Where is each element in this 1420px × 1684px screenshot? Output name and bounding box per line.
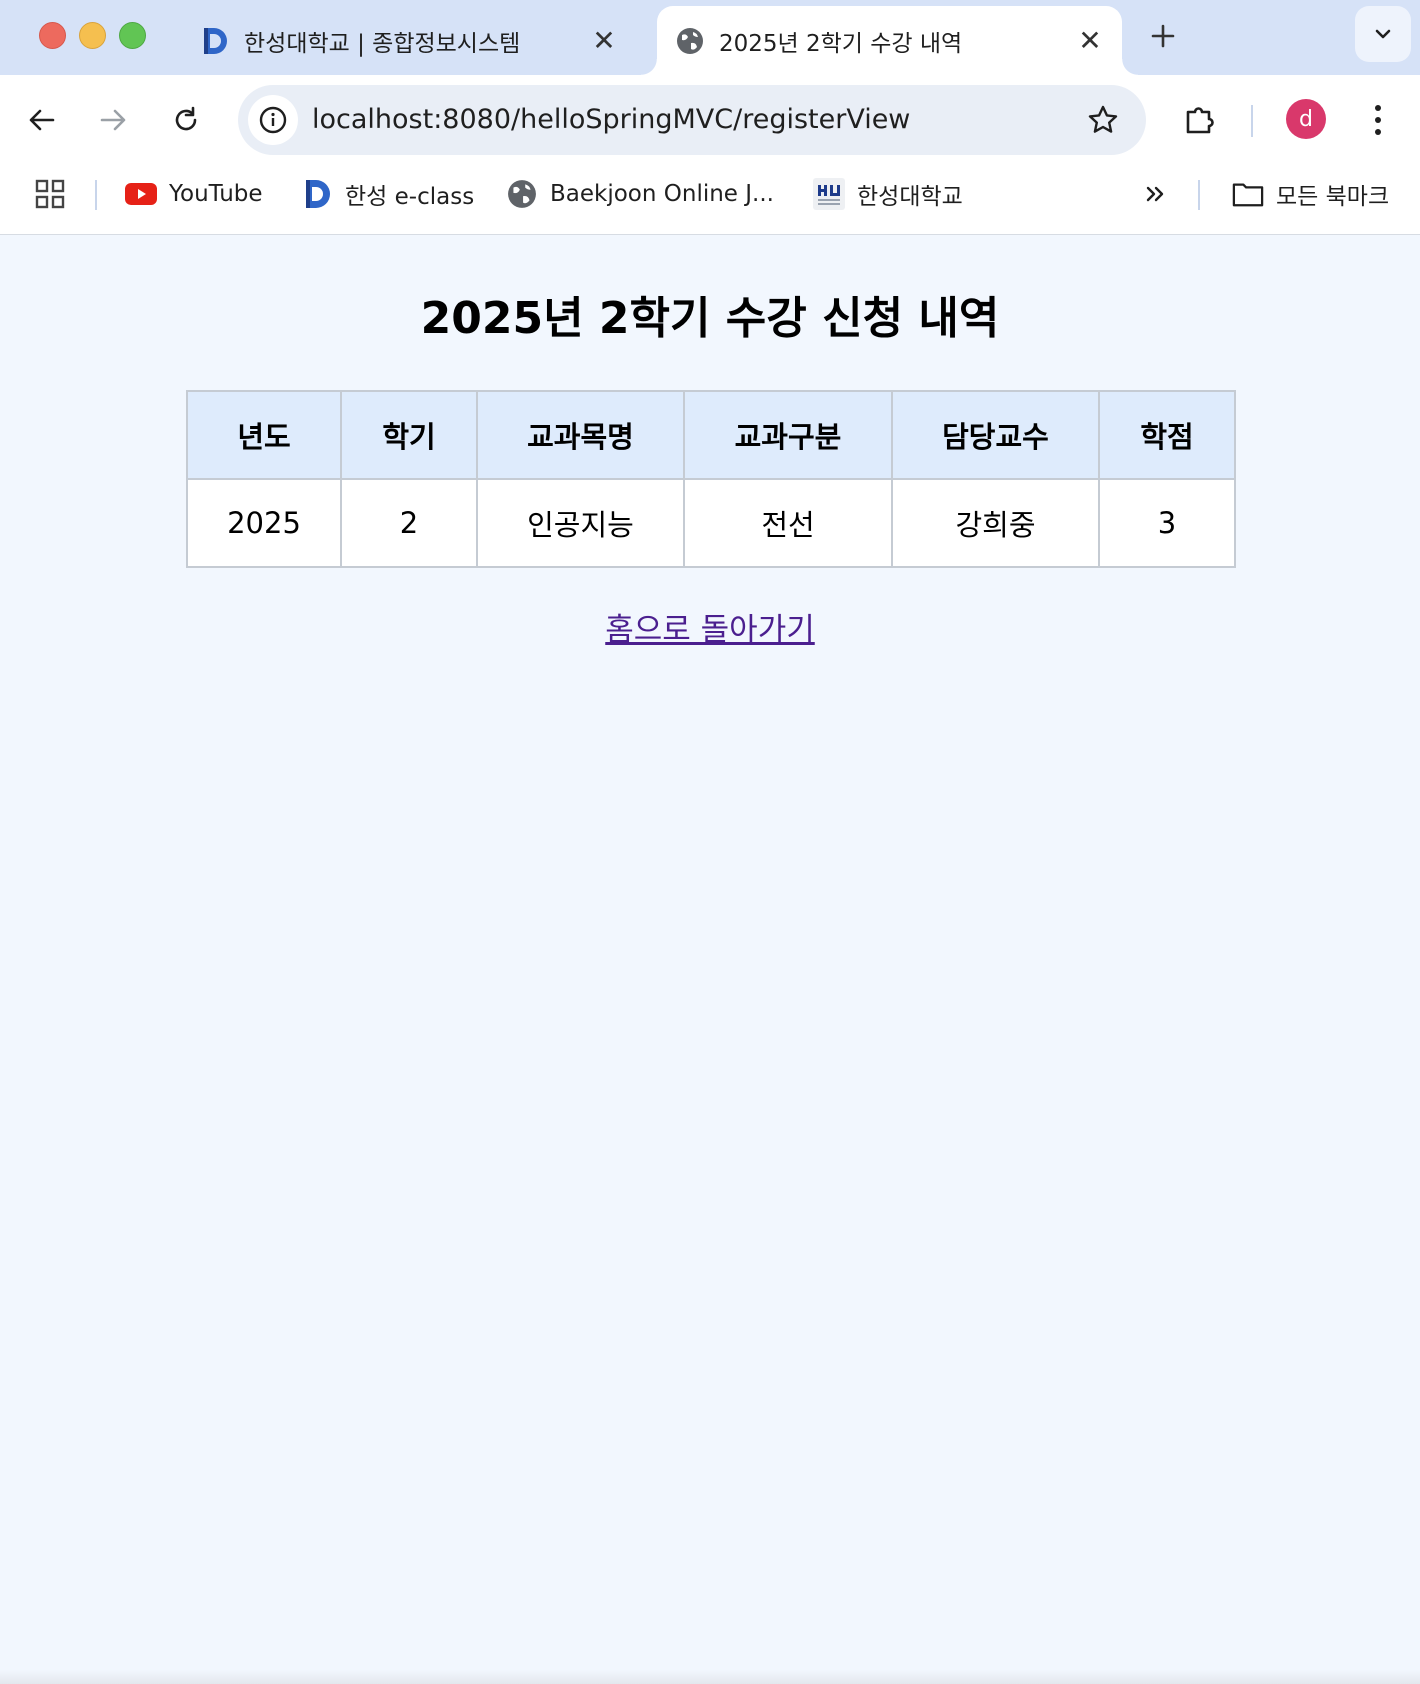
all-bookmarks-button[interactable]: 모든 북마크 xyxy=(1232,166,1389,222)
bookmark-separator xyxy=(1198,180,1200,210)
toolbar-separator xyxy=(1251,105,1253,137)
hsu-logo-icon xyxy=(813,178,845,210)
address-bar[interactable]: localhost:8080/helloSpringMVC/registerVi… xyxy=(238,85,1146,155)
cell-course-type: 전선 xyxy=(683,478,893,568)
bookmark-baekjoon[interactable]: Baekjoon Online J... xyxy=(506,166,774,222)
bookmark-star-icon[interactable] xyxy=(1084,101,1122,139)
more-vertical-icon xyxy=(1375,105,1381,135)
apps-button[interactable] xyxy=(34,166,78,222)
more-bookmarks-button[interactable] xyxy=(1140,166,1184,222)
home-link-container: 홈으로 돌아가기 xyxy=(0,604,1420,649)
tab-strip: 한성대학교 | 종합정보시스템 ✕ 2025년 2학기 수강 내역 ✕ xyxy=(0,0,1420,75)
cell-course-name: 인공지능 xyxy=(476,478,685,568)
window-bottom-edge xyxy=(0,1670,1420,1684)
bookmarks-bar: YouTube 한성 e-class Baekjoon Online J... xyxy=(0,166,1420,235)
close-window-button[interactable] xyxy=(39,22,66,49)
url-text[interactable]: localhost:8080/helloSpringMVC/registerVi… xyxy=(312,85,910,155)
tab-register-view[interactable]: 2025년 2학기 수강 내역 ✕ xyxy=(641,6,1138,75)
bookmark-label: YouTube xyxy=(169,181,263,207)
column-header-course-name: 교과목명 xyxy=(476,390,685,480)
close-icon[interactable]: ✕ xyxy=(586,23,622,59)
hansung-eclass-logo-icon xyxy=(200,26,230,56)
page-title: 2025년 2학기 수강 신청 내역 xyxy=(420,293,1000,344)
tab-search-button[interactable] xyxy=(1355,6,1411,62)
folder-icon xyxy=(1232,178,1264,210)
reload-button[interactable] xyxy=(163,97,209,143)
tab-title: 2025년 2학기 수강 내역 xyxy=(719,30,963,57)
chevron-double-right-icon xyxy=(1140,178,1172,210)
bookmark-separator xyxy=(95,180,97,210)
tab-title: 한성대학교 | 종합정보시스템 xyxy=(244,30,521,57)
puzzle-icon xyxy=(1186,107,1214,134)
site-info-icon[interactable] xyxy=(248,95,298,145)
plus-icon xyxy=(1151,24,1175,48)
bookmark-label: 한성대학교 xyxy=(857,184,963,210)
cell-year: 2025 xyxy=(186,478,342,568)
reload-icon xyxy=(175,106,197,131)
forward-button[interactable] xyxy=(90,97,136,143)
browser-toolbar: localhost:8080/helloSpringMVC/registerVi… xyxy=(0,75,1420,166)
bookmark-label: 한성 e-class xyxy=(345,184,475,210)
bookmark-hansung-univ[interactable]: 한성대학교 xyxy=(813,166,963,222)
apps-grid-icon xyxy=(34,178,66,210)
zoom-window-button[interactable] xyxy=(119,22,146,49)
close-icon[interactable]: ✕ xyxy=(1072,23,1108,59)
column-header-semester: 학기 xyxy=(340,390,478,480)
browser-menu-button[interactable] xyxy=(1358,97,1398,143)
table-header-row: 년도 학기 교과목명 교과구분 담당교수 학점 xyxy=(186,390,1236,480)
hansung-eclass-logo-icon xyxy=(301,178,333,210)
course-table: 년도 학기 교과목명 교과구분 담당교수 학점 2025 2 인공지능 전선 강… xyxy=(186,390,1236,568)
extensions-button[interactable] xyxy=(1176,95,1224,143)
youtube-icon xyxy=(125,178,157,210)
tab-hansung-portal[interactable]: 한성대학교 | 종합정보시스템 ✕ xyxy=(186,6,636,75)
globe-icon xyxy=(675,26,705,56)
bookmark-label: Baekjoon Online J... xyxy=(550,181,774,207)
home-link[interactable]: 홈으로 돌아가기 xyxy=(605,612,815,648)
bookmark-youtube[interactable]: YouTube xyxy=(125,166,263,222)
column-header-course-type: 교과구분 xyxy=(683,390,893,480)
column-header-credits: 학점 xyxy=(1098,390,1236,480)
table-row: 2025 2 인공지능 전선 강희중 3 xyxy=(186,478,1236,568)
cell-semester: 2 xyxy=(340,478,478,568)
minimize-window-button[interactable] xyxy=(79,22,106,49)
profile-avatar[interactable]: d xyxy=(1286,99,1326,139)
arrow-right-icon xyxy=(100,109,126,131)
globe-icon xyxy=(506,178,538,210)
bookmark-hansung-eclass[interactable]: 한성 e-class xyxy=(301,166,474,222)
column-header-year: 년도 xyxy=(186,390,342,480)
column-header-professor: 담당교수 xyxy=(891,390,1100,480)
cell-professor: 강희중 xyxy=(891,478,1100,568)
cell-credits: 3 xyxy=(1098,478,1236,568)
chevron-down-icon xyxy=(1375,29,1391,39)
back-button[interactable] xyxy=(19,97,65,143)
new-tab-button[interactable] xyxy=(1143,16,1183,56)
arrow-left-icon xyxy=(29,109,55,131)
all-bookmarks-label: 모든 북마크 xyxy=(1276,184,1390,210)
